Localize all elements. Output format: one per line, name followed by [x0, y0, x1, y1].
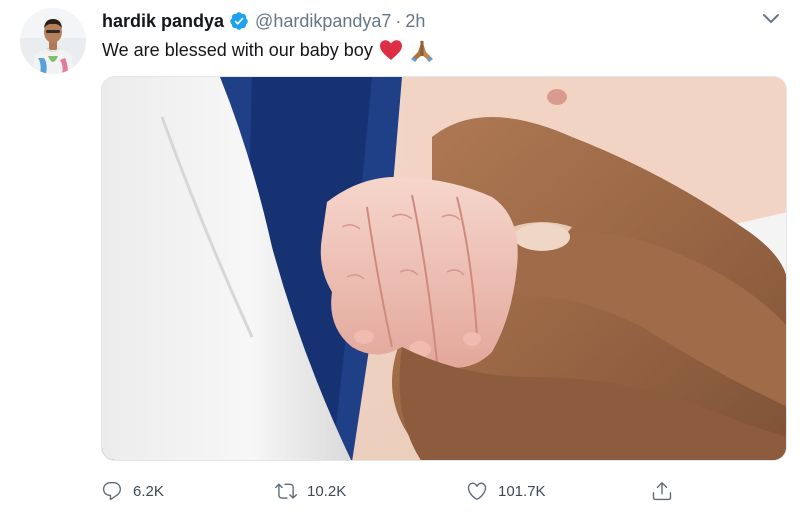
display-name[interactable]: hardik pandya — [102, 11, 224, 32]
baby-hand-photo — [102, 77, 786, 460]
reply-count: 6.2K — [133, 482, 164, 500]
avatar-image — [20, 8, 86, 74]
reply-button[interactable]: 6.2K — [101, 476, 164, 506]
retweet-icon — [275, 483, 297, 499]
timestamp[interactable]: 2h — [405, 11, 425, 32]
like-count: 101.7K — [498, 482, 546, 500]
retweet-count: 10.2K — [307, 482, 347, 500]
separator-dot: · — [395, 10, 402, 31]
tweet-media-photo[interactable] — [101, 76, 787, 461]
verified-badge-icon — [230, 12, 248, 30]
reply-icon — [102, 482, 122, 501]
tweet-text: We are blessed with our baby boy — [102, 38, 435, 62]
retweet-button[interactable]: 10.2K — [275, 476, 346, 506]
tweet-actions: 6.2K 10.2K 101.7K — [101, 476, 701, 506]
user-handle[interactable]: @hardikpandya7 — [255, 11, 391, 32]
like-button[interactable]: 101.7K — [466, 476, 546, 506]
share-button[interactable] — [651, 476, 673, 506]
share-icon — [652, 482, 672, 501]
red-heart-emoji-icon — [379, 39, 403, 61]
tweet-text-body: We are blessed with our baby boy — [102, 39, 373, 60]
heart-icon — [467, 482, 487, 500]
tweet-header: hardik pandya @hardikpandya7 · 2h — [102, 9, 425, 33]
chevron-down-icon[interactable] — [762, 12, 780, 26]
avatar[interactable] — [20, 8, 86, 74]
tweet-card: hardik pandya @hardikpandya7 · 2h We are… — [0, 0, 800, 517]
folded-hands-emoji-icon — [409, 38, 435, 62]
